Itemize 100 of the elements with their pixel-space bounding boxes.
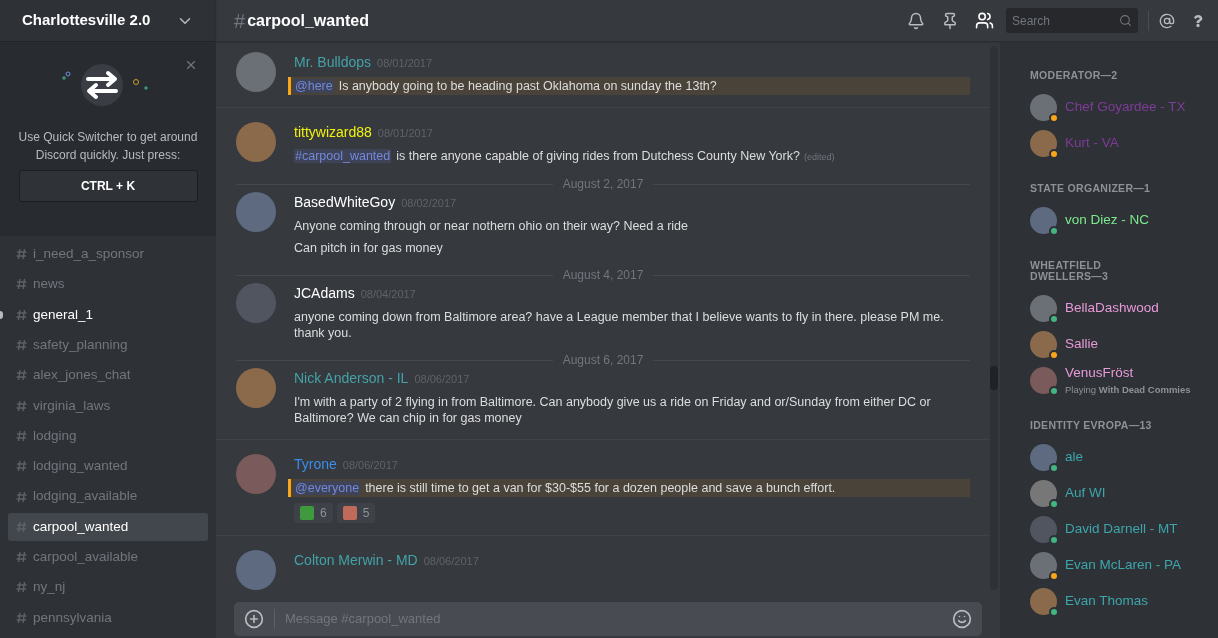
hash-icon (16, 339, 27, 352)
channel-item[interactable]: carpool_wanted (8, 512, 208, 541)
pin-icon[interactable] (941, 11, 959, 30)
member-item[interactable]: Kurt - VA (1030, 125, 1212, 161)
mention-link[interactable]: @here (294, 79, 334, 93)
author-name[interactable]: Nick Anderson - IL (294, 368, 409, 389)
channel-item[interactable]: news (8, 270, 208, 299)
author-name[interactable]: BasedWhiteGoy (294, 192, 396, 213)
member-item[interactable]: Sallie (1030, 326, 1212, 362)
search-field[interactable]: Search (1006, 8, 1138, 33)
member-name: Evan McLaren - PA (1065, 555, 1182, 574)
member-name: Evan Thomas (1065, 591, 1149, 610)
member-item[interactable]: von Diez - NC (1030, 202, 1212, 238)
smile-icon[interactable] (952, 609, 972, 629)
channel-name: pennsylvania (33, 608, 112, 627)
channel-name: i_need_a_sponsor (33, 245, 145, 263)
avatar-placeholder (1030, 129, 1057, 157)
author-name[interactable]: Tyrone (294, 454, 337, 475)
avatar-placeholder (236, 550, 276, 590)
message-text: Anyone coming through or near nothern ohio on their way? Need a ride (294, 218, 689, 235)
member-name: Chef Goyardee - TX (1065, 97, 1186, 116)
date-divider: August 2, 2017 (562, 176, 644, 193)
channel-item[interactable]: alex_jones_chat (8, 361, 208, 390)
member-item[interactable]: Chef Goyardee - TX (1030, 89, 1212, 125)
message-text: #carpool_wanted is there anyone capable of giving rides from Dutchess County New York? (edited) (294, 148, 836, 165)
date-divider: August 4, 2017 (562, 267, 644, 284)
channel-item[interactable]: virginia_laws (8, 391, 208, 420)
member-item[interactable]: David Darnell - MT (1030, 511, 1212, 547)
channel-name: virginia_laws (33, 396, 111, 415)
member-name: Sallie (1065, 334, 1099, 353)
channel-name: lodging_wanted (33, 457, 128, 476)
avatar-placeholder (236, 122, 276, 162)
avatar-placeholder (236, 368, 276, 408)
scrollbar[interactable] (990, 46, 998, 590)
hash-icon (16, 278, 27, 291)
channel-name: news (33, 275, 65, 294)
date-divider: August 6, 2017 (562, 352, 644, 369)
reaction-button[interactable]: 5 (336, 503, 376, 523)
member-item[interactable]: BellaDashwood (1030, 290, 1212, 326)
member-item[interactable]: VenusFröst Playing With Dead Commies (1030, 362, 1212, 398)
channel-item[interactable]: pennsylvania (8, 603, 208, 632)
group-heading: IDENTITY EVROPA—13 (1030, 420, 1153, 431)
author-name[interactable]: Mr. Bulldops (294, 52, 372, 73)
hash-icon (16, 581, 27, 594)
member-name: ale (1065, 447, 1083, 466)
avatar-placeholder (1030, 551, 1057, 579)
hash-icon (16, 429, 27, 442)
channel-name: alex_jones_chat (33, 366, 131, 385)
channel-name: ny_nj (33, 578, 66, 597)
mention-icon[interactable] (1159, 12, 1175, 29)
channel-item[interactable]: ny_nj (8, 573, 208, 602)
author-name[interactable]: JCAdams (294, 283, 355, 304)
channel-item[interactable]: lodging (8, 421, 208, 451)
member-item[interactable]: Auf WI (1030, 475, 1212, 511)
channel-item[interactable]: lodging_available (8, 482, 208, 511)
channel-item[interactable]: carpool_available (8, 542, 208, 572)
hash-icon (16, 308, 27, 321)
mention-link[interactable]: @everyone (294, 481, 361, 495)
hash-icon (16, 460, 27, 473)
member-item[interactable]: ale (1030, 439, 1212, 475)
search-icon (1119, 14, 1132, 27)
server-name[interactable]: Charlottesville 2.0 (22, 9, 151, 32)
avatar-placeholder (1030, 330, 1057, 358)
hash-icon (16, 248, 27, 261)
members-icon[interactable] (975, 11, 994, 30)
emoji-icon (300, 506, 314, 520)
hash-icon (16, 490, 27, 503)
mention-link[interactable]: #carpool_wanted (294, 149, 392, 163)
plus-icon[interactable] (244, 609, 264, 629)
reaction-button[interactable]: 6 (294, 503, 333, 523)
member-name: David Darnell - MT (1065, 519, 1178, 538)
member-item[interactable]: Evan Thomas (1030, 583, 1212, 619)
message-text: Can pitch in for gas money (294, 240, 444, 257)
channel-item[interactable]: safety_planning (8, 330, 208, 360)
channel-item[interactable]: general_1 (8, 300, 208, 329)
edited-label: (edited) (803, 152, 835, 162)
emoji-icon (342, 506, 357, 520)
help-icon[interactable] (1192, 14, 1204, 27)
avatar-placeholder (1030, 206, 1057, 234)
member-name: von Diez - NC (1065, 210, 1150, 229)
author-name[interactable]: tittywizard88 (294, 122, 372, 143)
channel-name: lodging_available (33, 487, 138, 506)
channel-item[interactable]: lodging_wanted (8, 452, 208, 481)
group-heading: STATE ORGANIZER—1 (1030, 183, 1152, 194)
message-text: @here Is anybody going to be heading past Oklahoma on sunday the 13th? (288, 77, 970, 95)
bell-icon[interactable] (907, 11, 925, 30)
message-text: @everyone there is still time to get a van for $30-$55 for a dozen people and save a bunch effort. (288, 479, 970, 497)
avatar-placeholder (236, 52, 276, 92)
channel-item[interactable]: i_need_a_sponsor (8, 240, 208, 269)
avatar-placeholder (236, 454, 276, 494)
hash-icon: # (234, 5, 246, 36)
member-item[interactable]: Evan McLaren - PA (1030, 547, 1212, 583)
hash-icon (16, 611, 27, 624)
shortcut-button[interactable]: CTRL + K (18, 170, 198, 202)
close-icon[interactable] (184, 58, 198, 72)
member-name: BellaDashwood (1065, 298, 1159, 317)
author-name[interactable]: Colton Merwin - MD (294, 550, 418, 571)
unread-marker (0, 310, 3, 319)
member-name: Auf WI (1065, 483, 1106, 502)
channel-title: carpool_wanted (247, 10, 369, 31)
